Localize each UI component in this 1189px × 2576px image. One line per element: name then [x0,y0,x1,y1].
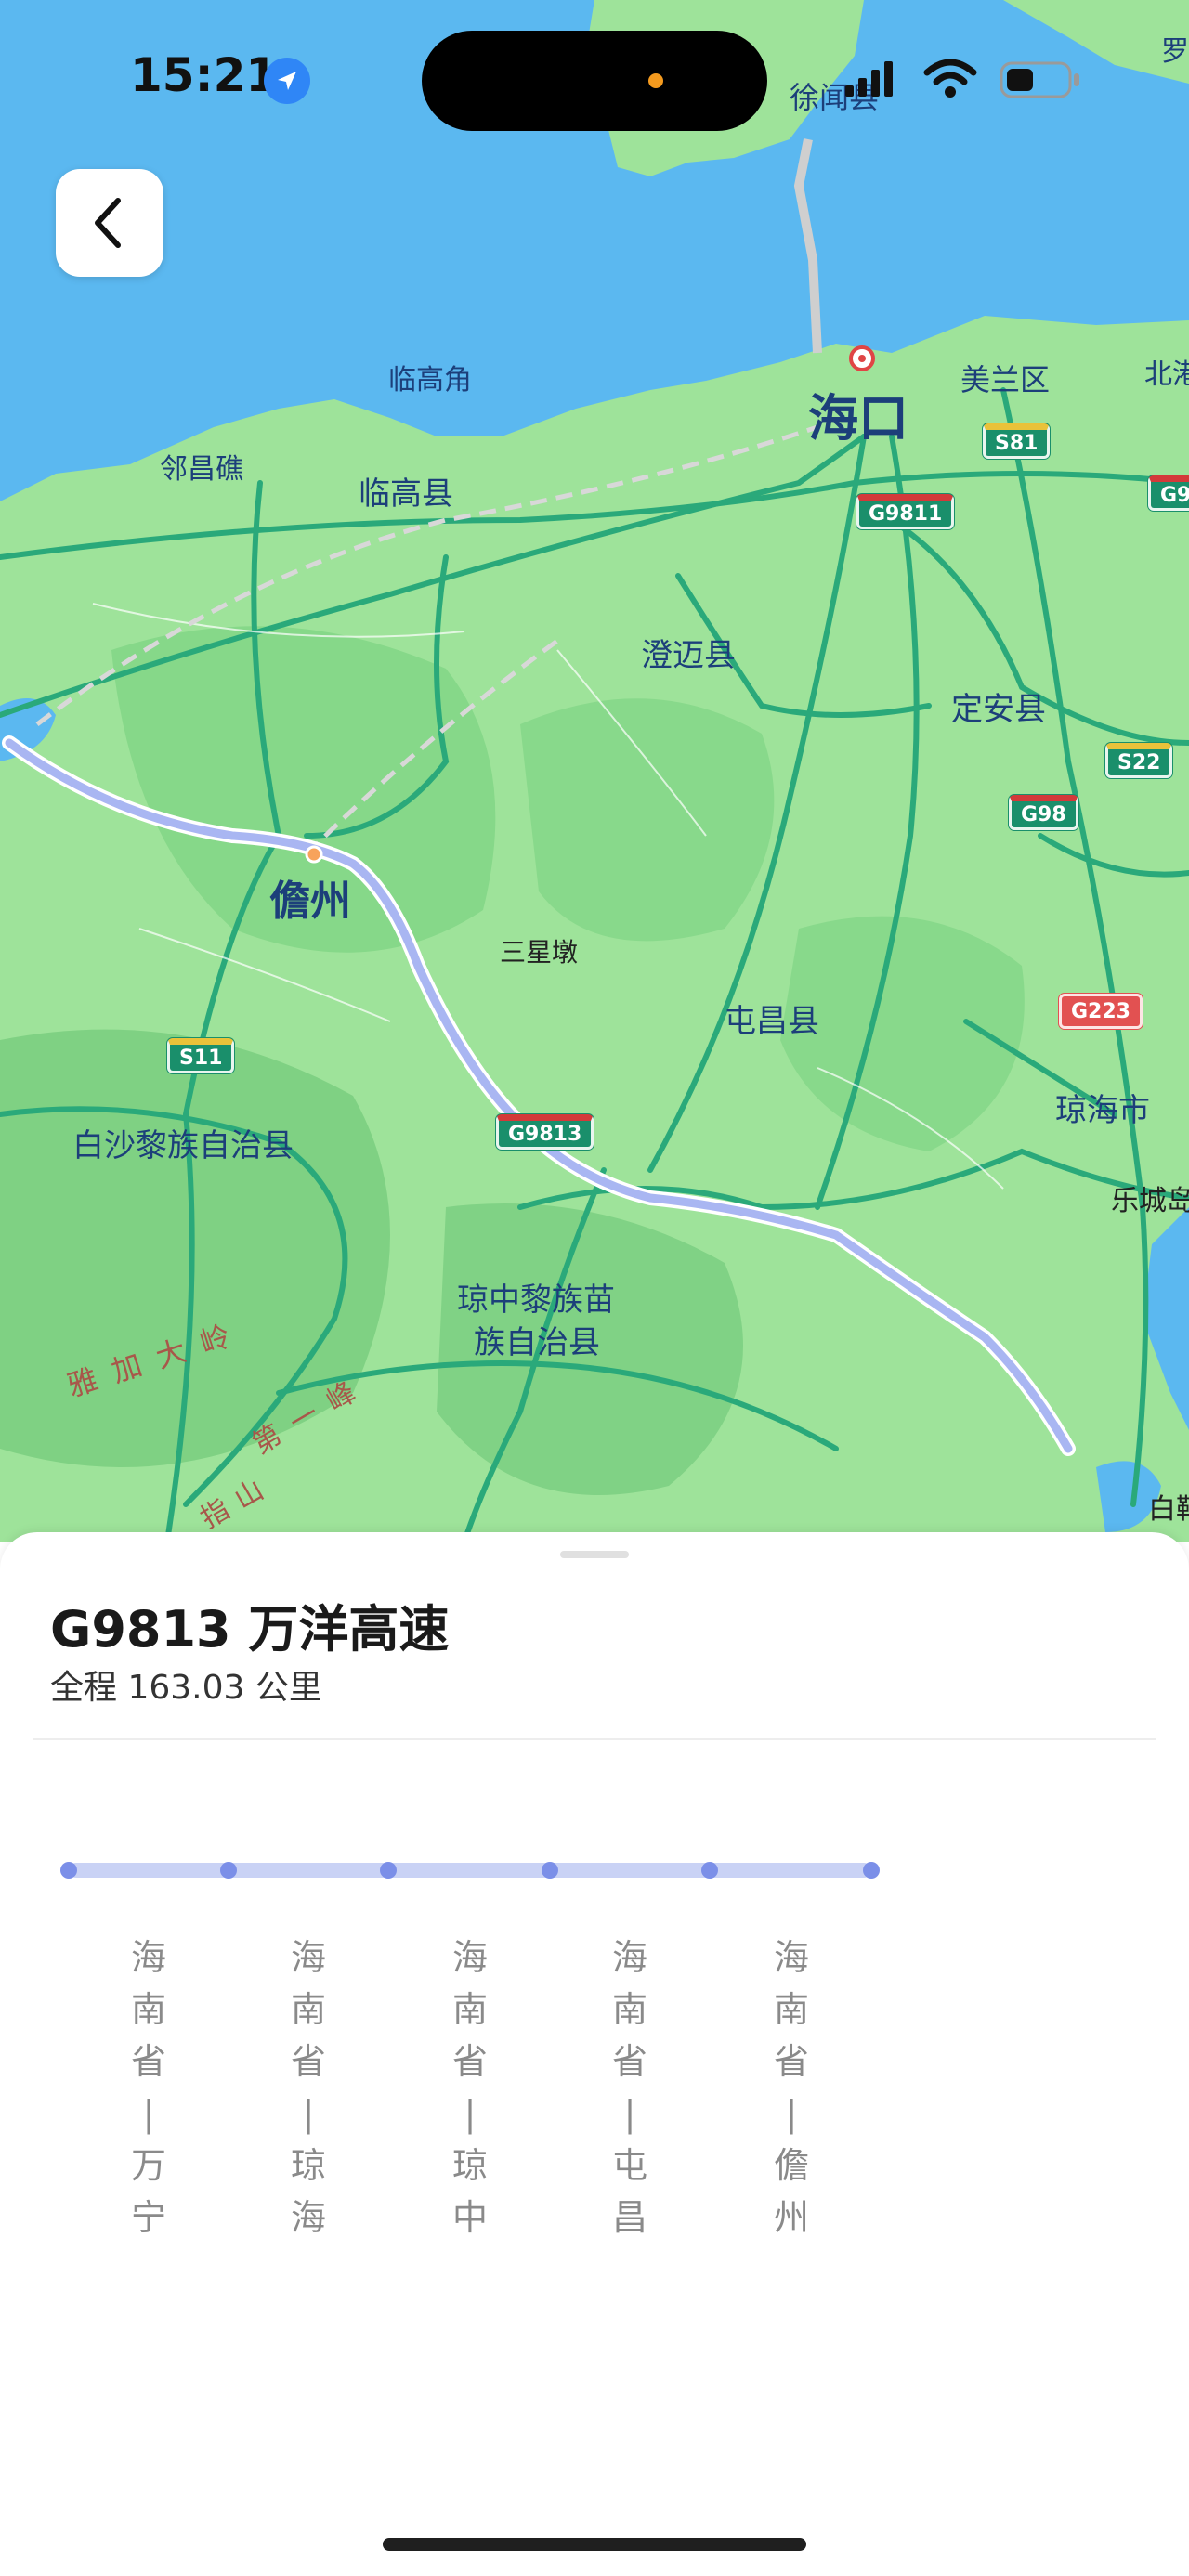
map-label-qiongzhong-2[interactable]: 族自治县 [474,1317,600,1362]
map-label-linchangjiao[interactable]: 邻昌礁 [160,446,243,487]
route-distance: 全程 163.03 公里 [50,1669,322,1707]
timeline-dot [220,1862,237,1879]
shield-s11[interactable]: S11 [167,1038,235,1073]
danzhou-marker[interactable] [305,845,323,864]
timeline-dot [863,1862,880,1879]
shield-g223[interactable]: G223 [1059,994,1143,1029]
map-label-lingaojiao[interactable]: 临高角 [388,357,472,397]
timeline-stop-label[interactable]: 海南省 | 万宁 [125,1932,172,2244]
battery-icon [1000,59,1081,100]
divider [33,1738,1156,1740]
route-title: G9813 万洋高速 [50,1600,450,1659]
map-label-dingan[interactable]: 定安县 [951,683,1046,729]
cellular-signal-icon [845,61,894,97]
shield-s81[interactable]: S81 [983,423,1051,459]
haikou-marker-dot [858,355,866,362]
privacy-indicator-dot [648,73,663,88]
location-arrow-icon [264,58,310,104]
timeline-stop-label[interactable]: 海南省 | 琼海 [285,1932,332,2244]
shield-s22[interactable]: S22 [1105,743,1173,778]
timeline-stop-label[interactable]: 海南省 | 琼中 [447,1932,493,2244]
map-label-qiongzhong-1[interactable]: 琼中黎族苗 [457,1274,615,1320]
map-label-chengmai[interactable]: 澄迈县 [641,630,736,675]
timeline-dot [701,1862,718,1879]
map-label-tunchang[interactable]: 屯昌县 [725,995,819,1041]
map-label-sanxingdun[interactable]: 三星墩 [500,932,578,969]
timeline-dot [542,1862,558,1879]
map-label-qionghai[interactable]: 琼海市 [1055,1085,1150,1130]
map-view[interactable]: 徐闻县 罗 临高角 海口 美兰区 北港 邻昌礁 临高县 澄迈县 定安县 儋州 三… [0,0,1189,1544]
status-time: 15:21 [130,48,279,102]
timeline-stop-label[interactable]: 海南省 | 儋州 [768,1932,815,2244]
back-button[interactable] [56,169,163,277]
map-label-baisha[interactable]: 白沙黎族自治县 [72,1120,294,1165]
home-indicator[interactable] [383,2538,806,2551]
map-label-lecheng[interactable]: 乐城岛 [1111,1177,1189,1218]
shield-g9813[interactable]: G9813 [496,1114,594,1150]
wifi-icon [923,58,977,98]
timeline-dot [380,1862,397,1879]
dynamic-island [422,31,767,131]
route-detail-sheet[interactable]: G9813 万洋高速 全程 163.03 公里 海南省 | 万宁 海南省 | 琼海 海南省 |… [0,1532,1189,2576]
map-label-danzhou[interactable]: 儋州 [269,867,351,927]
map-label-baie[interactable]: 白鞘 [1148,1486,1189,1527]
shield-g9811[interactable]: G9811 [856,494,955,529]
map-label-meilan[interactable]: 美兰区 [960,357,1050,399]
sheet-grabber[interactable] [560,1551,629,1558]
status-bar: 15:21 [0,0,1189,149]
chevron-left-icon [95,198,121,248]
timeline-dot [60,1862,77,1879]
map-label-beigang[interactable]: 北港 [1144,351,1189,392]
shield-g98[interactable]: G98 [1009,795,1078,830]
timeline-stop-label[interactable]: 海南省 | 屯昌 [607,1932,653,2244]
shield-g98-east[interactable]: G98 [1148,475,1189,511]
map-label-lingao[interactable]: 临高县 [359,468,453,514]
map-label-haikou[interactable]: 海口 [808,377,908,450]
forest-patch [520,698,775,942]
timeline-track [69,1863,871,1878]
